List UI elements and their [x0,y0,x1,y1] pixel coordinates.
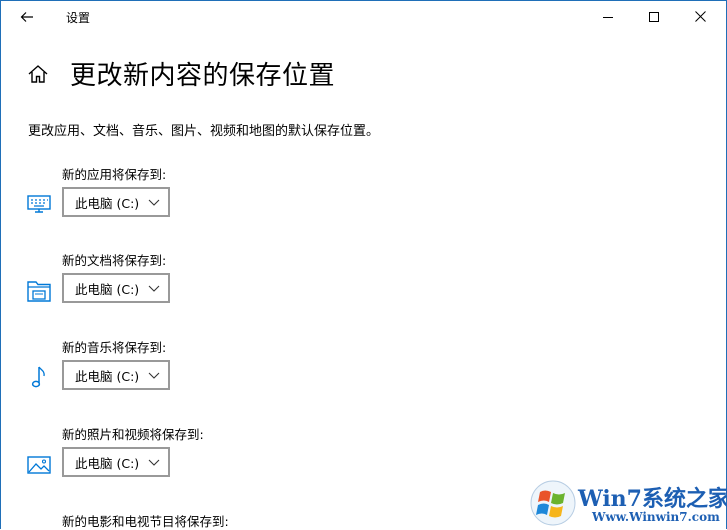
chevron-down-icon [148,199,160,206]
chevron-down-icon [148,372,160,379]
photos-drive-value: 此电脑 (C:) [75,455,140,471]
apps-save-label: 新的应用将保存到: [62,167,167,182]
documents-save-label: 新的文档将保存到: [62,253,167,268]
title-bar: 设置 [0,0,727,34]
monitor-icon [27,195,51,213]
page-description: 更改应用、文档、音乐、图片、视频和地图的默认保存位置。 [28,124,380,139]
maximize-button[interactable] [631,0,677,33]
chevron-down-icon [148,459,160,466]
watermark: Win7系统之家 Www.Winwin7.com [528,478,727,530]
close-button[interactable] [677,0,723,33]
maximize-icon [649,11,659,22]
close-icon [694,11,706,22]
page-title: 更改新内容的保存位置 [70,61,336,91]
music-drive-select[interactable]: 此电脑 (C:) [62,360,170,390]
drive-folder-icon [27,281,51,302]
photos-save-label: 新的照片和视频将保存到: [62,427,204,442]
windows-logo-icon [530,480,576,526]
minimize-button[interactable] [585,0,631,33]
music-drive-value: 此电脑 (C:) [75,368,140,384]
window-title: 设置 [66,11,91,25]
music-note-icon [31,366,45,388]
apps-drive-value: 此电脑 (C:) [75,195,140,211]
chevron-down-icon [148,285,160,292]
home-icon[interactable] [27,63,49,85]
documents-drive-select[interactable]: 此电脑 (C:) [62,273,170,303]
music-save-label: 新的音乐将保存到: [62,340,167,355]
picture-icon [27,456,51,474]
apps-drive-select[interactable]: 此电脑 (C:) [62,187,170,217]
watermark-url: Www.Winwin7.com [592,510,720,524]
back-button[interactable] [10,4,44,30]
watermark-brand: Win7系统之家 [578,486,727,512]
movies-save-label: 新的电影和电视节目将保存到: [62,514,229,529]
back-arrow-icon [20,12,33,22]
documents-drive-value: 此电脑 (C:) [75,281,140,297]
photos-drive-select[interactable]: 此电脑 (C:) [62,447,170,477]
minimize-icon [603,16,613,18]
